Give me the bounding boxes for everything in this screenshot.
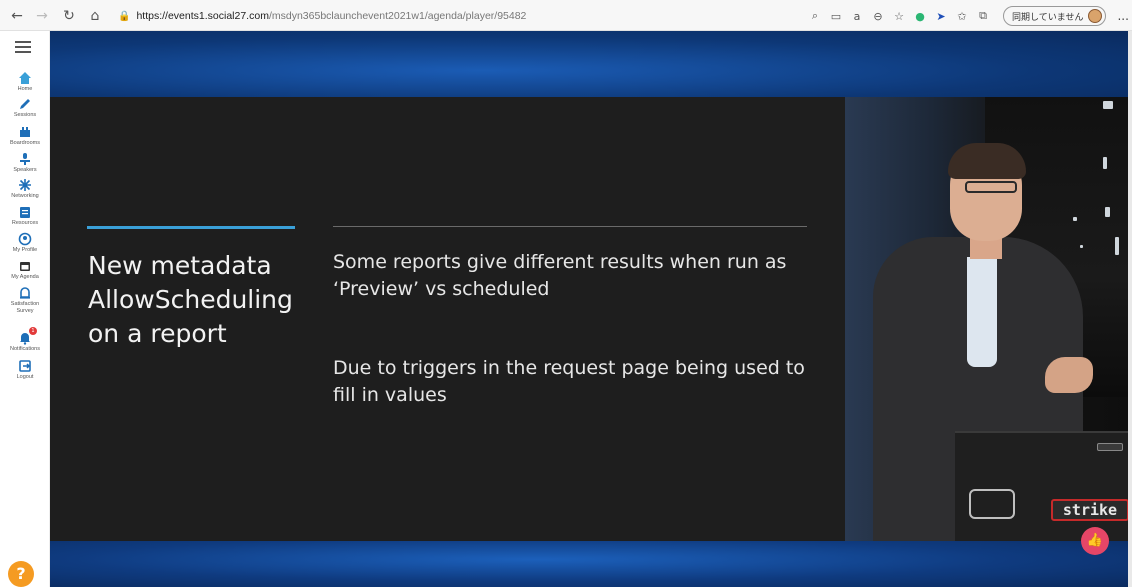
speaker-hand	[1045, 357, 1093, 393]
read-aloud-icon[interactable]: a	[848, 7, 866, 25]
speaker-camera: strike	[845, 97, 1132, 541]
notification-badge: 1	[29, 327, 37, 335]
avatar	[1088, 9, 1103, 23]
stage-background-top	[50, 31, 1132, 97]
search-icon[interactable]: ⌕	[806, 7, 824, 25]
sidebar-item-notifications[interactable]: 1 Notifications	[0, 327, 50, 353]
sidebar-item-my-profile[interactable]: My Profile	[0, 232, 50, 254]
like-button[interactable]: 👍	[1081, 527, 1109, 555]
calendar-icon	[20, 262, 30, 271]
more-menu-icon[interactable]: ...	[1117, 9, 1128, 23]
favorites-icon[interactable]: ✩	[953, 7, 971, 25]
help-button[interactable]: ?	[8, 561, 34, 587]
address-bar[interactable]: 🔒 https://events1.social27.com /msdyn365…	[118, 7, 808, 25]
sidebar-item-sessions[interactable]: Sessions	[0, 97, 50, 119]
slide-bullet: Due to triggers in the request page bein…	[333, 357, 805, 406]
url-host: https://events1.social27.com	[136, 10, 269, 22]
thumbs-up-icon: 👍	[1086, 533, 1104, 548]
boardroom-icon	[20, 127, 30, 137]
extension-green-icon[interactable]: ●	[911, 7, 929, 25]
resources-icon	[20, 207, 30, 218]
speaker-hair	[948, 143, 1026, 179]
speaker-glasses	[965, 181, 1017, 193]
url-path: /msdyn365bclaunchevent2021w1/agenda/play…	[268, 10, 527, 22]
sidebar-item-label: Boardrooms	[10, 140, 40, 146]
stage-background-bottom	[50, 541, 1132, 587]
lock-icon: 🔒	[118, 10, 131, 22]
sidebar-item-label: My Profile	[12, 247, 38, 253]
sidebar-item-networking[interactable]: Networking	[0, 178, 50, 200]
slide-accent-rule	[87, 226, 295, 229]
favorite-add-icon[interactable]: ☆	[890, 7, 908, 25]
forward-icon[interactable]: →	[31, 5, 53, 27]
slide-title: New metadata AllowScheduling on a report	[88, 251, 293, 348]
speaker-laptop: strike	[955, 431, 1132, 541]
video-player[interactable]: New metadata AllowScheduling on a report…	[50, 97, 1132, 541]
sidebar-item-resources[interactable]: Resources	[0, 205, 50, 227]
profile-sync-button[interactable]: 同期していません	[1003, 6, 1107, 26]
home-icon[interactable]: ⌂	[84, 5, 106, 27]
laptop-tag	[1097, 443, 1123, 451]
browser-toolbar: ← → ↻ ⌂ 🔒 https://events1.social27.com /…	[0, 0, 1132, 31]
survey-icon	[20, 287, 30, 299]
sidebar-item-boardrooms[interactable]: Boardrooms	[0, 125, 50, 147]
speaker-icon	[20, 153, 30, 165]
sidebar-item-label: Networking	[11, 193, 39, 199]
back-icon[interactable]: ←	[6, 5, 28, 27]
extension-blue-icon[interactable]: ➤	[932, 7, 950, 25]
sidebar-item-speakers[interactable]: Speakers	[0, 152, 50, 174]
sync-label: 同期していません	[1012, 12, 1084, 23]
session-stage: New metadata AllowScheduling on a report…	[50, 31, 1132, 587]
sidebar-item-logout[interactable]: Logout	[0, 359, 50, 381]
laptop-logo-sticker	[969, 489, 1015, 519]
collections-icon[interactable]: ⧉	[974, 7, 992, 25]
sidebar-item-label: Notifications	[10, 346, 40, 352]
sidebar-item-label: Logout	[16, 374, 34, 380]
sidebar-item-label: Resources	[11, 220, 39, 226]
scrollbar[interactable]	[1128, 31, 1132, 587]
home-icon	[19, 72, 31, 84]
menu-icon[interactable]	[15, 41, 31, 55]
sidebar-item-home[interactable]: Home	[0, 71, 50, 93]
slide-divider-rule	[333, 226, 807, 227]
networking-icon	[19, 179, 31, 191]
slide-bullet: Some reports give different results when…	[333, 251, 787, 300]
sidebar-item-label: Satisfaction Survey	[10, 301, 40, 314]
browser-tools: ⌕ ▭ a ⊖ ☆ ● ➤ ✩ ⧉ 同期していません ...	[806, 5, 1129, 27]
sidebar-item-satisfaction-survey[interactable]: Satisfaction Survey	[0, 286, 50, 315]
sidebar-item-label: Sessions	[13, 112, 37, 118]
reader-icon[interactable]: ▭	[827, 7, 845, 25]
app-sidebar: Home Sessions Boardrooms Speakers Networ…	[0, 31, 50, 587]
zoom-icon[interactable]: ⊖	[869, 7, 887, 25]
logout-icon	[19, 360, 31, 372]
refresh-icon[interactable]: ↻	[58, 5, 80, 27]
sidebar-item-label: My Agenda	[11, 274, 39, 280]
sidebar-item-my-agenda[interactable]: My Agenda	[0, 259, 50, 281]
presentation-slide: New metadata AllowScheduling on a report…	[50, 97, 845, 541]
strike-sticker: strike	[1051, 499, 1129, 521]
speaker-shirt	[967, 257, 997, 367]
sidebar-item-label: Home	[17, 86, 33, 92]
sidebar-item-label: Speakers	[13, 167, 37, 173]
profile-icon	[18, 232, 32, 246]
pencil-icon	[20, 99, 30, 109]
